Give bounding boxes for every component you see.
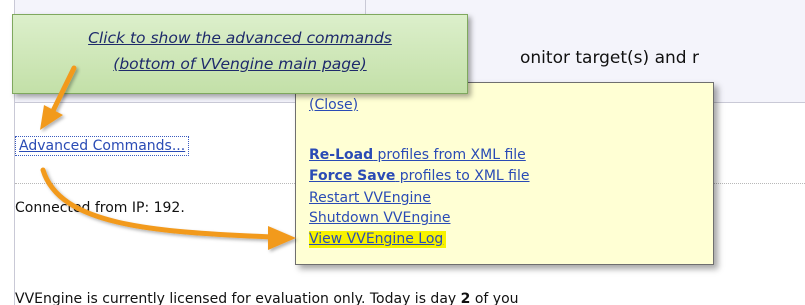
callout-line-1: Click to show the advanced commands <box>88 29 392 47</box>
view-vvengine-log-link[interactable]: View VVEngine Log <box>309 231 447 248</box>
header-monitor-text: onitor target(s) and r <box>520 48 699 68</box>
restart-vvengine-link[interactable]: Restart VVEngine <box>309 190 431 206</box>
connected-ip-text: Connected from IP: 192. <box>15 200 185 216</box>
forcesave-bold-label: Force Save <box>309 168 396 184</box>
reload-rest-label: profiles from XML file <box>373 147 526 163</box>
screenshot-stage: onitor target(s) and r Advanced Commands… <box>0 0 805 305</box>
advanced-commands-link[interactable]: Advanced Commands... <box>15 136 190 156</box>
license-day: 2 <box>460 291 471 305</box>
license-text-prefix: VVEngine is currently licensed for evalu… <box>15 291 461 305</box>
reload-bold-label: Re-Load <box>309 147 374 163</box>
forcesave-rest-label: profiles to XML file <box>395 168 530 184</box>
header-divider <box>365 0 366 14</box>
shutdown-vvengine-link[interactable]: Shutdown VVEngine <box>309 210 450 226</box>
advanced-commands-popup: (Close) Re-Load profiles from XML file F… <box>295 82 714 265</box>
popup-close-link[interactable]: (Close) <box>309 97 358 113</box>
reload-profiles-link[interactable]: Re-Load profiles from XML file <box>309 147 526 163</box>
license-status-text: VVEngine is currently licensed for evalu… <box>15 291 519 305</box>
license-text-suffix: of you <box>470 291 519 305</box>
force-save-profiles-link[interactable]: Force Save profiles to XML file <box>309 168 530 184</box>
callout-line-2: (bottom of VVengine main page) <box>113 55 367 73</box>
instruction-callout: Click to show the advanced commands (bot… <box>12 14 468 94</box>
